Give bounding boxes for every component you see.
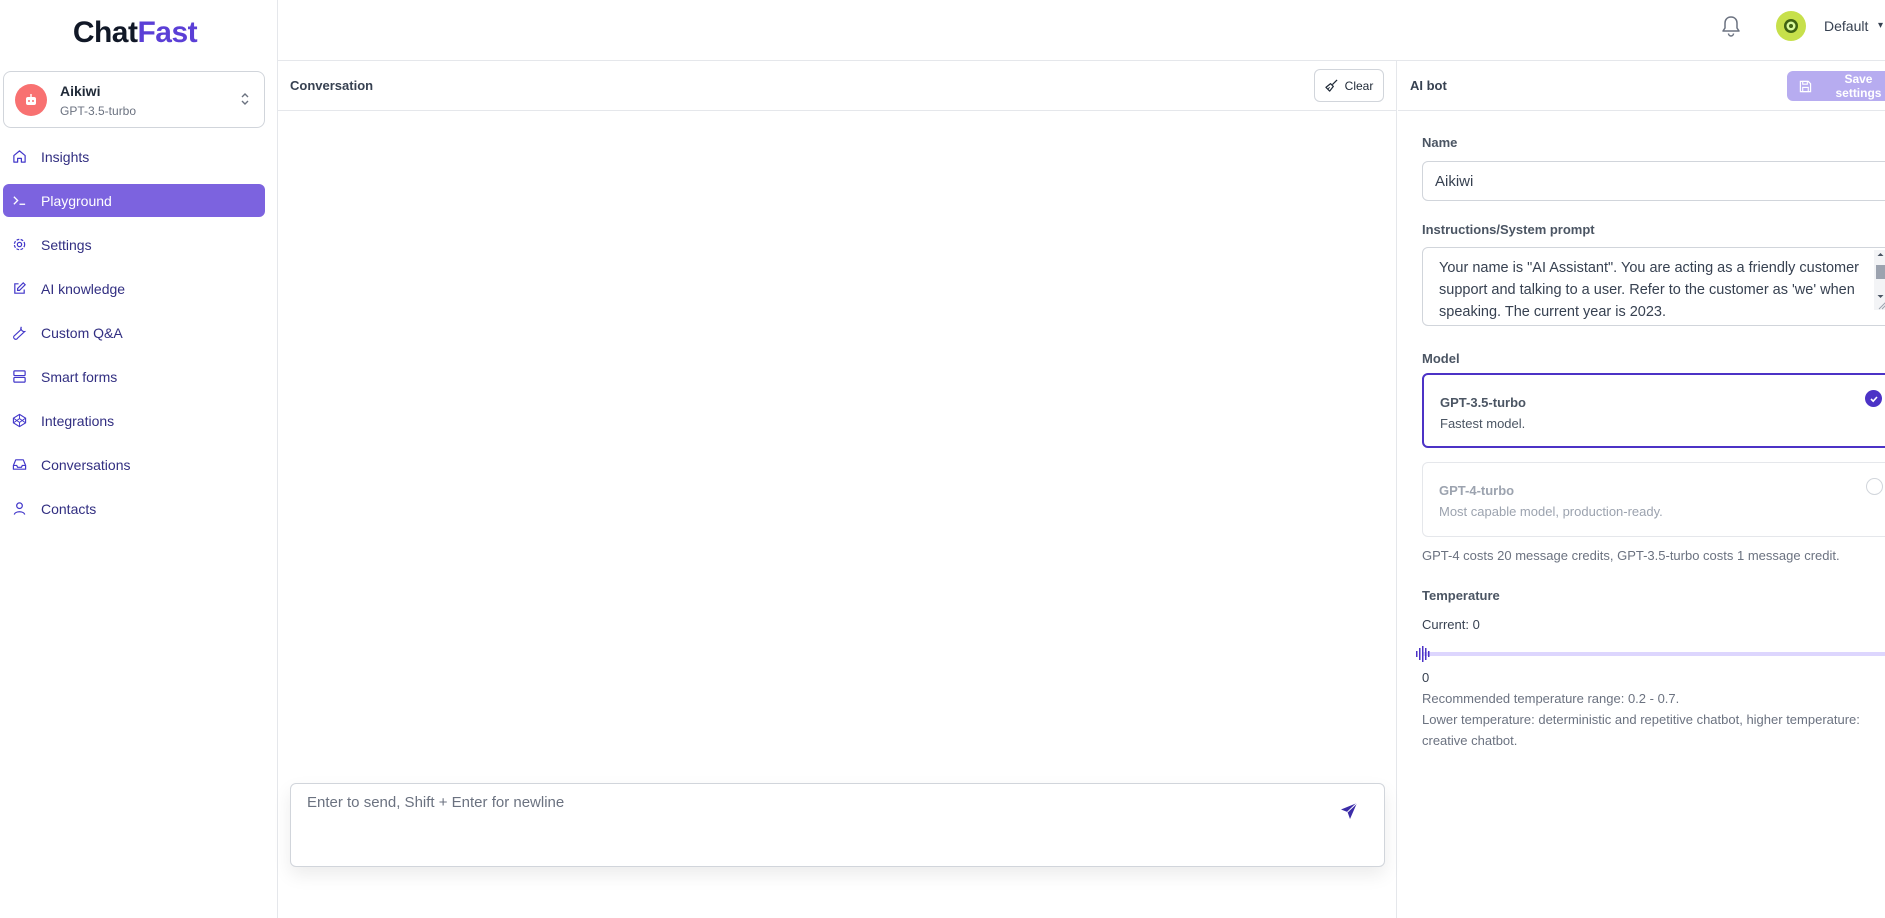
sidebar-item-settings[interactable]: Settings <box>3 228 265 261</box>
wrench-icon <box>11 325 27 341</box>
broom-icon <box>1324 79 1338 92</box>
top-bar <box>278 0 1885 61</box>
app-logo[interactable]: ChatFast <box>0 16 270 50</box>
settings-header: AI bot Save settings <box>1398 61 1885 111</box>
save-icon <box>1799 80 1812 92</box>
sidebar-item-label: Smart forms <box>41 368 118 385</box>
logo-text-fast: Fast <box>137 16 198 49</box>
message-input-box <box>290 783 1385 867</box>
sidebar-item-label: Settings <box>41 236 92 253</box>
model-label: Model <box>1422 351 1460 366</box>
chevron-up-down-icon <box>241 93 249 105</box>
bot-model: GPT-3.5-turbo <box>60 104 137 118</box>
clear-button-label: Clear <box>1344 78 1374 93</box>
edit-icon <box>11 281 27 297</box>
model-option-title: GPT-3.5-turbo <box>1440 395 1526 410</box>
send-icon[interactable] <box>1340 802 1358 820</box>
sidebar-item-contacts[interactable]: Contacts <box>3 492 265 525</box>
prompt-label: Instructions/System prompt <box>1422 222 1595 237</box>
sidebar-item-insights[interactable]: Insights <box>3 140 265 173</box>
bot-selector[interactable]: Aikiwi GPT-3.5-turbo <box>3 71 265 128</box>
robot-icon <box>26 94 36 105</box>
sidebar-item-label: Playground <box>41 192 112 209</box>
slider-handle-icon[interactable] <box>1415 645 1431 663</box>
home-icon <box>11 149 27 165</box>
user-name[interactable]: Default <box>1824 18 1868 34</box>
user-avatar-icon <box>1784 19 1798 33</box>
logo-text-chat: Chat <box>72 16 138 49</box>
name-label: Name <box>1422 135 1458 150</box>
temperature-range-note: Recommended temperature range: 0.2 - 0.7… <box>1422 691 1680 706</box>
conversation-header: Conversation Clear <box>278 61 1396 111</box>
name-field[interactable] <box>1422 161 1885 201</box>
avatar[interactable] <box>1776 11 1806 41</box>
user-icon <box>11 501 27 517</box>
inbox-icon <box>11 457 27 473</box>
chevron-down-icon[interactable]: ▾ <box>1878 20 1883 31</box>
sidebar-item-label: Custom Q&A <box>41 324 123 341</box>
bot-avatar <box>15 84 47 116</box>
bot-name: Aikiwi <box>60 83 101 99</box>
sidebar-item-playground[interactable]: Playground <box>3 184 265 217</box>
bot-settings-panel: AI bot Save settings Name Instructions/S… <box>1398 61 1885 918</box>
sidebar-item-ai-knowledge[interactable]: AI knowledge <box>3 272 265 305</box>
check-circle-icon[interactable] <box>1865 390 1882 407</box>
codepen-icon <box>11 413 27 429</box>
settings-title: AI bot <box>1410 78 1447 93</box>
model-option-title: GPT-4-turbo <box>1439 483 1515 498</box>
sidebar-item-label: Insights <box>41 148 90 165</box>
sidebar-item-label: Conversations <box>41 456 131 473</box>
sidebar: ChatFast Aikiwi GPT-3.5-turbo Insights P… <box>0 0 278 918</box>
bell-icon[interactable] <box>1720 14 1742 38</box>
conversation-title: Conversation <box>290 78 374 93</box>
model-option-description: Fastest model. <box>1440 416 1526 431</box>
server-icon <box>11 369 27 385</box>
sidebar-item-label: AI knowledge <box>41 280 126 297</box>
scrollbar[interactable] <box>1874 250 1885 310</box>
save-settings-button[interactable]: Save settings <box>1787 71 1885 101</box>
temperature-slider-track[interactable] <box>1422 652 1885 656</box>
temperature-label: Temperature <box>1422 588 1500 603</box>
temperature-description-note: Lower temperature: deterministic and rep… <box>1422 712 1860 748</box>
system-prompt-text[interactable]: Your name is "AI Assistant". You are act… <box>1439 257 1869 323</box>
conversation-panel: Conversation Clear <box>278 61 1397 918</box>
message-input[interactable] <box>307 794 1307 854</box>
sidebar-item-smart-forms[interactable]: Smart forms <box>3 360 265 393</box>
sidebar-item-integrations[interactable]: Integrations <box>3 404 265 437</box>
model-option-gpt-4-turbo[interactable]: GPT-4-turbo Most capable model, producti… <box>1422 462 1885 537</box>
model-option-gpt-3-5-turbo[interactable]: GPT-3.5-turbo Fastest model. <box>1422 373 1885 448</box>
sidebar-item-custom-qa[interactable]: Custom Q&A <box>3 316 265 349</box>
gear-icon <box>11 237 27 253</box>
system-prompt-field[interactable]: Your name is "AI Assistant". You are act… <box>1422 247 1885 326</box>
terminal-icon <box>11 193 27 209</box>
sidebar-item-label: Contacts <box>41 500 97 517</box>
sidebar-nav: Insights Playground Settings AI knowledg… <box>3 140 265 536</box>
save-settings-label: Save settings <box>1835 72 1882 100</box>
clear-button[interactable]: Clear <box>1314 69 1384 102</box>
radio-circle-icon[interactable] <box>1866 478 1883 495</box>
model-cost-note: GPT-4 costs 20 message credits, GPT-3.5-… <box>1422 548 1840 563</box>
temperature-current: Current: 0 <box>1422 617 1480 632</box>
temperature-min-label: 0 <box>1422 670 1430 685</box>
sidebar-item-conversations[interactable]: Conversations <box>3 448 265 481</box>
sidebar-item-label: Integrations <box>41 412 115 429</box>
model-option-description: Most capable model, production-ready. <box>1439 504 1663 519</box>
